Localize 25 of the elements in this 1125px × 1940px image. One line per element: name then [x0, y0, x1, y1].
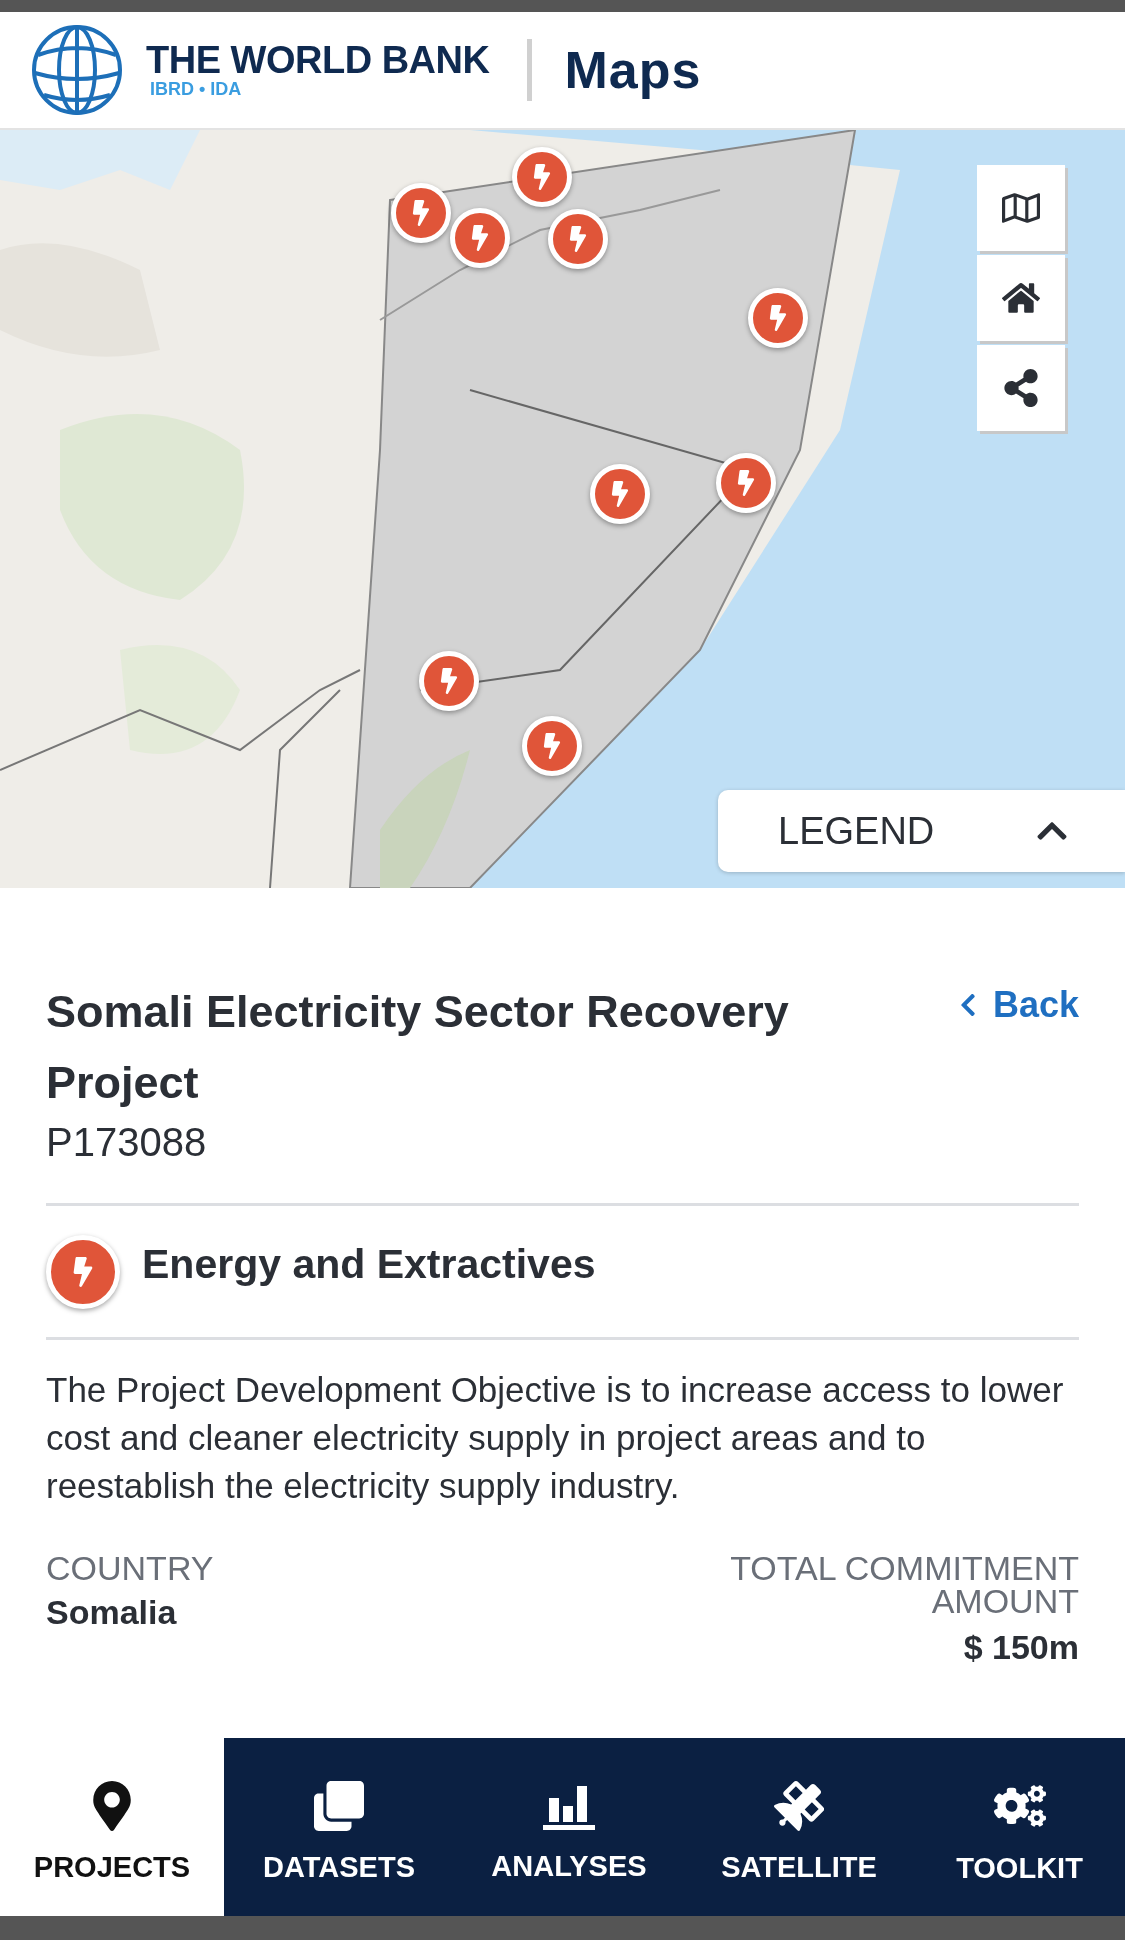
project-id: P173088 [46, 1120, 208, 1165]
nav-tab[interactable]: PROJECTS [0, 1738, 224, 1916]
sector-name: Energy and Extractives [142, 1241, 596, 1288]
nav-tab[interactable]: TOOLKIT [914, 1738, 1125, 1916]
globe-logo-icon [30, 23, 124, 117]
field-label: TOTAL COMMITMENT AMOUNT [729, 1552, 1079, 1618]
share-button[interactable] [977, 345, 1065, 431]
logo-tagline: IBRD • IDA [150, 78, 243, 100]
field-value: Somalia [46, 1593, 177, 1632]
field-label: COUNTRY [46, 1552, 214, 1585]
nav-tab[interactable]: SATELLITE [684, 1738, 914, 1916]
nav-tab[interactable]: ANALYSES [454, 1738, 684, 1916]
logo-name: THE WORLD BANK [146, 40, 490, 79]
legend-button[interactable]: LEGEND [718, 790, 1125, 872]
stacked-squares-icon [314, 1780, 364, 1831]
home-button[interactable] [977, 255, 1065, 341]
field-value: $ 150m [963, 1628, 1079, 1667]
back-link[interactable]: Back [954, 984, 1079, 1026]
app-title: Maps [564, 40, 702, 100]
project-description: The Project Development Objective is to increase access to lower cost and cleaner electricity supply in project areas and to reestablish the electricity supply industry. [46, 1369, 1065, 1507]
nav-tab[interactable]: DATASETS [224, 1738, 454, 1916]
map-button[interactable] [977, 165, 1065, 251]
satellite-icon [774, 1780, 824, 1831]
project-title: Somali Electricity Sector Recovery Project [46, 985, 790, 1110]
share-icon [1002, 369, 1040, 407]
